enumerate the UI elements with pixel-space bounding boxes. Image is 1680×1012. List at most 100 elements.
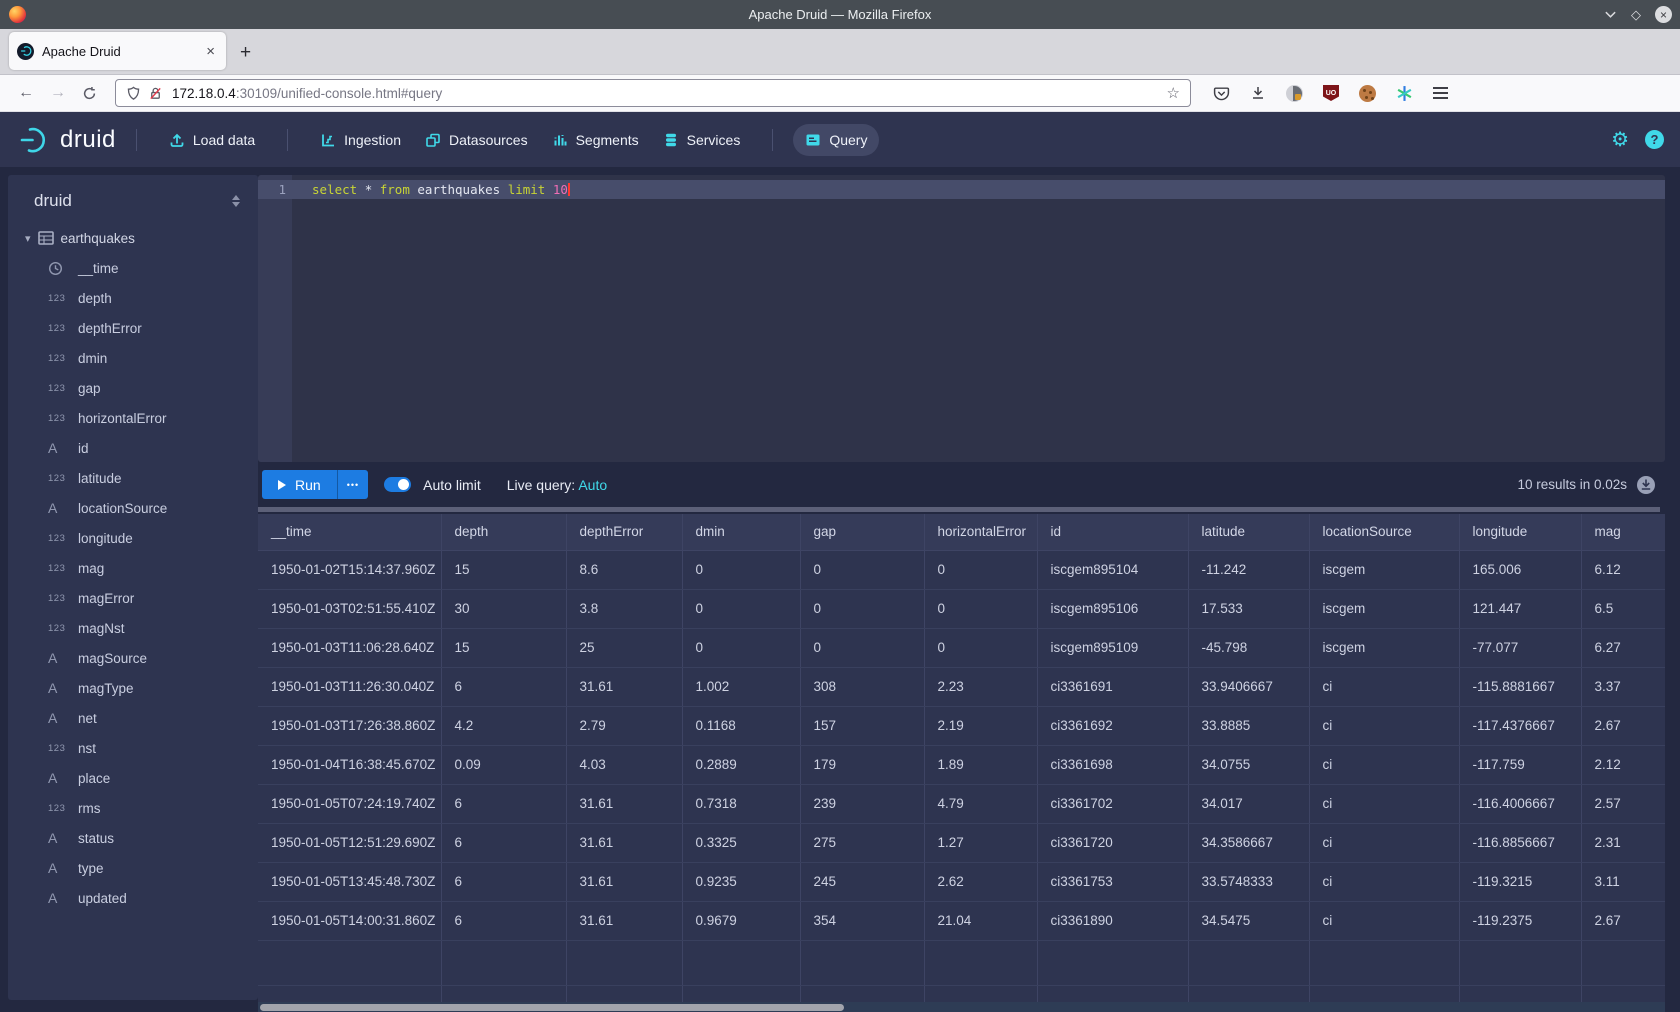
table-cell[interactable]: 6.12 [1581,550,1665,589]
column-header-dmin[interactable]: dmin [682,514,800,550]
table-cell[interactable]: 31.61 [566,862,682,901]
table-cell[interactable]: -119.2375 [1459,901,1581,940]
pocket-icon[interactable] [1213,85,1230,102]
table-cell[interactable]: iscgem895104 [1037,550,1188,589]
sidebar-column-magError[interactable]: 123magError [8,583,258,613]
ublock-origin-extension-icon[interactable]: UO [1323,85,1339,101]
table-cell[interactable]: 34.0755 [1188,745,1309,784]
window-minimize-icon[interactable] [1604,10,1617,19]
table-cell[interactable]: 4.03 [566,745,682,784]
tracking-shield-icon[interactable] [126,86,141,101]
table-cell[interactable]: 1.27 [924,823,1037,862]
table-cell[interactable]: 4.79 [924,784,1037,823]
sidebar-column-rms[interactable]: 123rms [8,793,258,823]
table-cell[interactable]: iscgem [1309,589,1459,628]
table-cell[interactable]: 354 [800,901,924,940]
sidebar-column-gap[interactable]: 123gap [8,373,258,403]
table-cell[interactable]: 6 [441,901,566,940]
table-cell[interactable]: 157 [800,706,924,745]
table-cell[interactable]: 31.61 [566,901,682,940]
table-cell[interactable]: 245 [800,862,924,901]
table-cell[interactable]: 1950-01-04T16:38:45.670Z [258,745,441,784]
table-cell[interactable]: 2.23 [924,667,1037,706]
table-cell[interactable]: 6 [441,823,566,862]
table-cell[interactable]: 0.9679 [682,901,800,940]
table-cell[interactable]: ci3361692 [1037,706,1188,745]
table-cell[interactable]: 0 [924,550,1037,589]
table-cell[interactable]: 0 [924,628,1037,667]
table-cell[interactable]: 179 [800,745,924,784]
sidebar-column-locationSource[interactable]: AlocationSource [8,493,258,523]
nav-segments[interactable]: Segments [540,124,651,156]
table-cell[interactable]: ci3361691 [1037,667,1188,706]
table-cell[interactable]: iscgem895109 [1037,628,1188,667]
browser-tab[interactable]: Apache Druid × [9,32,226,70]
sort-icon[interactable] [232,195,240,207]
privacy-badger-extension-icon[interactable] [1286,85,1303,102]
table-cell[interactable]: -11.242 [1188,550,1309,589]
table-cell[interactable]: 1950-01-03T17:26:38.860Z [258,706,441,745]
table-cell[interactable]: 2.67 [1581,706,1665,745]
resize-handle[interactable] [258,507,1660,512]
table-cell[interactable]: 239 [800,784,924,823]
table-cell[interactable]: ci [1309,706,1459,745]
forward-icon[interactable]: → [50,84,66,102]
table-cell[interactable]: 6.27 [1581,628,1665,667]
sidebar-column-status[interactable]: Astatus [8,823,258,853]
table-cell[interactable]: 1950-01-05T07:24:19.740Z [258,784,441,823]
druid-logo[interactable]: druid [20,125,116,155]
column-header-depthError[interactable]: depthError [566,514,682,550]
nav-datasources[interactable]: Datasources [413,124,540,156]
table-cell[interactable]: -117.4376667 [1459,706,1581,745]
table-cell[interactable]: 6 [441,862,566,901]
table-cell[interactable]: 1950-01-05T12:51:29.690Z [258,823,441,862]
column-header-depth[interactable]: depth [441,514,566,550]
table-cell[interactable]: 0.1168 [682,706,800,745]
sidebar-column-mag[interactable]: 123mag [8,553,258,583]
table-cell[interactable]: 33.5748333 [1188,862,1309,901]
column-header-id[interactable]: id [1037,514,1188,550]
table-cell[interactable]: iscgem895106 [1037,589,1188,628]
downloads-icon[interactable] [1250,85,1266,101]
bookmark-star-icon[interactable]: ☆ [1167,84,1180,102]
table-cell[interactable]: 121.447 [1459,589,1581,628]
asterisk-extension-icon[interactable] [1396,85,1413,102]
column-header-locationSource[interactable]: locationSource [1309,514,1459,550]
table-cell[interactable]: 6 [441,667,566,706]
run-button[interactable]: Run [262,470,337,499]
new-tab-button[interactable]: + [240,42,251,64]
query-editor[interactable]: 1 select * from earthquakes limit 10 [258,175,1665,462]
query-text[interactable]: select * from earthquakes limit 10 [312,180,570,199]
sidebar-item-earthquakes[interactable]: ▾ earthquakes [8,223,258,253]
sidebar-column-place[interactable]: Aplace [8,763,258,793]
sidebar-column-nst[interactable]: 123nst [8,733,258,763]
table-cell[interactable]: 1950-01-03T02:51:55.410Z [258,589,441,628]
table-cell[interactable]: ci [1309,667,1459,706]
table-cell[interactable]: -117.759 [1459,745,1581,784]
table-cell[interactable]: 31.61 [566,784,682,823]
table-cell[interactable]: 33.9406667 [1188,667,1309,706]
run-button-group[interactable]: Run ••• [262,470,368,499]
table-cell[interactable]: -119.3215 [1459,862,1581,901]
table-cell[interactable]: -116.4006667 [1459,784,1581,823]
table-cell[interactable]: 2.12 [1581,745,1665,784]
cookie-extension-icon[interactable] [1359,85,1376,102]
table-cell[interactable]: 8.6 [566,550,682,589]
table-cell[interactable]: 1950-01-05T14:00:31.860Z [258,901,441,940]
table-cell[interactable]: ci3361890 [1037,901,1188,940]
column-header-horizontalError[interactable]: horizontalError [924,514,1037,550]
column-header-longitude[interactable]: longitude [1459,514,1581,550]
tab-close-icon[interactable]: × [203,43,218,60]
table-cell[interactable]: 4.2 [441,706,566,745]
table-cell[interactable]: ci3361698 [1037,745,1188,784]
help-icon[interactable]: ? [1645,130,1664,149]
table-cell[interactable]: 1950-01-02T15:14:37.960Z [258,550,441,589]
table-cell[interactable]: 6 [441,784,566,823]
table-cell[interactable]: ci [1309,784,1459,823]
table-cell[interactable]: 0.7318 [682,784,800,823]
nav-services[interactable]: Services [651,124,753,156]
table-cell[interactable]: 34.3586667 [1188,823,1309,862]
table-cell[interactable]: ci [1309,745,1459,784]
insecure-lock-icon[interactable] [148,86,163,101]
table-cell[interactable]: 1.89 [924,745,1037,784]
